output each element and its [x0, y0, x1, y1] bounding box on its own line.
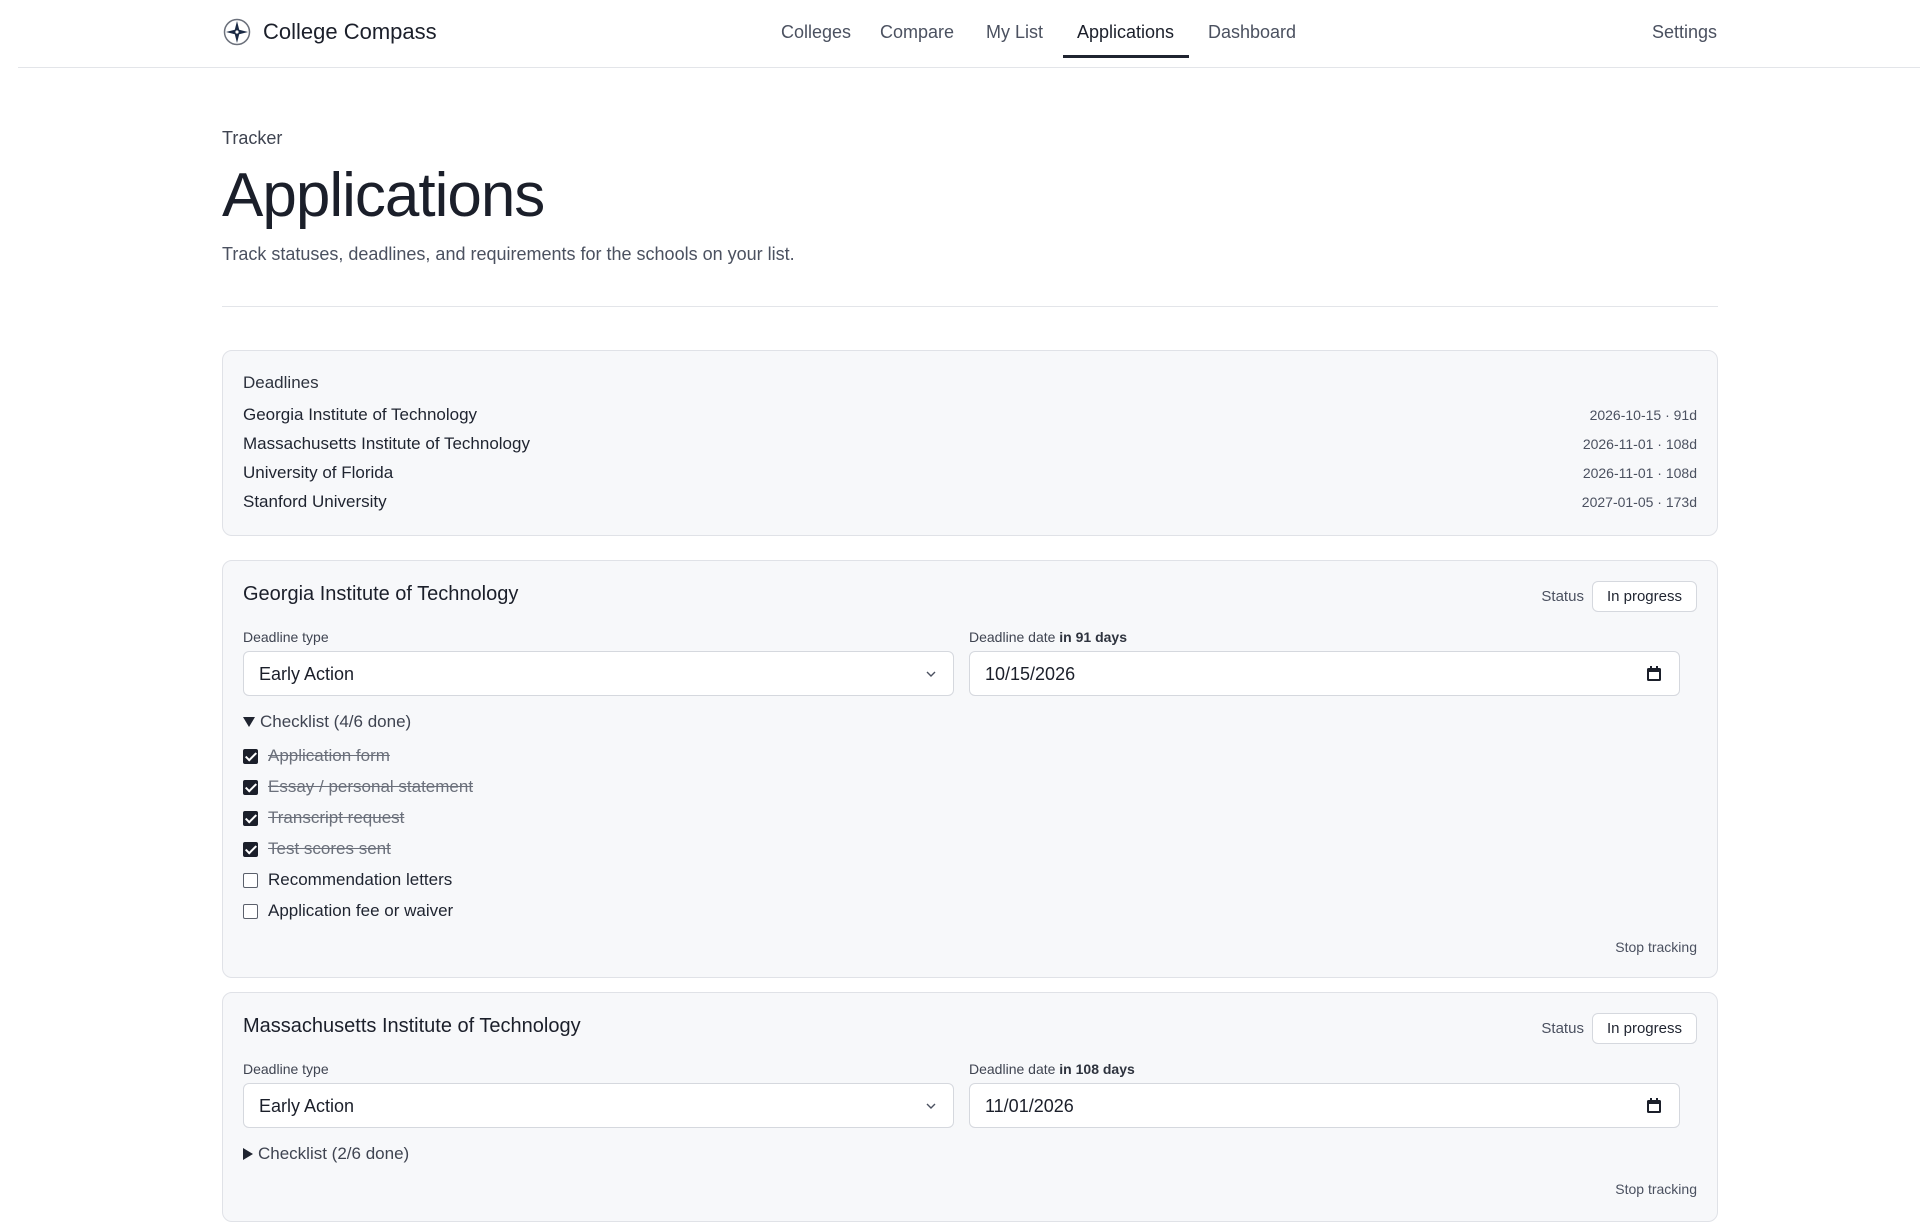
stop-tracking-button[interactable]: Stop tracking [1615, 1181, 1697, 1197]
deadlines-card: Deadlines Georgia Institute of Technolog… [222, 350, 1718, 536]
status-label: Status [1541, 588, 1584, 605]
status-group: Status In progress [1541, 581, 1697, 612]
checkbox-checked[interactable] [243, 779, 258, 795]
deadline-row: Georgia Institute of Technology 2026-10-… [243, 405, 1697, 429]
checklist-item[interactable]: Application fee or waiver [243, 900, 453, 922]
deadline-school: Massachusetts Institute of Technology [243, 434, 530, 453]
page-title: Applications [222, 161, 545, 230]
deadline-row: University of Florida 2026-11-01 · 108d [243, 463, 1697, 487]
deadline-meta: 2026-10-15 · 91d [1589, 407, 1697, 423]
deadline-date-label-text: Deadline date [969, 629, 1056, 645]
top-nav-bar: College Compass Colleges Compare My List… [18, 0, 1920, 68]
checklist-item[interactable]: Transcript request [243, 807, 404, 829]
checklist-item-label: Recommendation letters [268, 870, 453, 889]
deadline-meta: 2027-01-05 · 173d [1581, 494, 1697, 510]
checklist-summary-text: Checklist (4/6 done) [260, 712, 412, 731]
chevron-down-icon [926, 1103, 936, 1109]
checklist-summary-text: Checklist (2/6 done) [258, 1144, 410, 1163]
nav-applications[interactable]: Applications [1077, 22, 1174, 43]
page-eyebrow: Tracker [222, 128, 283, 148]
calendar-icon[interactable] [1645, 665, 1663, 683]
deadline-meta: 2026-11-01 · 108d [1582, 436, 1697, 452]
checklist-item[interactable]: Application form [243, 745, 390, 767]
checkbox-checked[interactable] [243, 841, 258, 857]
application-card: Massachusetts Institute of Technology St… [222, 992, 1718, 1222]
status-select[interactable]: In progress [1591, 1013, 1697, 1044]
deadline-type-label: Deadline type [243, 629, 329, 645]
page-subtitle: Track statuses, deadlines, and requireme… [222, 244, 795, 264]
chevron-down-icon [926, 671, 936, 677]
application-school-name: Massachusetts Institute of Technology [243, 1015, 581, 1037]
checklist-item-label: Transcript request [268, 808, 405, 827]
status-select[interactable]: In progress [1591, 581, 1697, 612]
deadline-date-label: Deadline date in 108 days [969, 1061, 1135, 1077]
checkbox-checked[interactable] [243, 810, 258, 826]
deadline-date-label-text: Deadline date [969, 1061, 1056, 1077]
status-label: Status [1541, 1020, 1584, 1037]
deadline-type-label: Deadline type [243, 1061, 329, 1077]
nav-active-indicator [1063, 55, 1189, 58]
deadline-meta: 2026-11-01 · 108d [1582, 465, 1697, 481]
deadlines-title: Deadlines [243, 373, 319, 392]
nav-compare[interactable]: Compare [880, 22, 954, 43]
checkbox-checked[interactable] [243, 748, 258, 764]
deadline-date-value: 10/15/2026 [985, 664, 1076, 684]
calendar-icon[interactable] [1645, 1097, 1663, 1115]
nav-settings[interactable]: Settings [1652, 22, 1717, 43]
checkbox-unchecked[interactable] [243, 872, 258, 888]
deadline-date-input[interactable]: 11/01/2026 [969, 1083, 1680, 1128]
deadline-school: University of Florida [243, 463, 394, 482]
checklist-toggle[interactable]: Checklist (2/6 done) [243, 1144, 409, 1164]
deadline-countdown: in 91 days [1059, 629, 1127, 645]
stop-tracking-button[interactable]: Stop tracking [1615, 939, 1697, 955]
deadline-type-select[interactable]: Early Action [243, 1083, 954, 1128]
deadline-row: Stanford University 2027-01-05 · 173d [243, 492, 1697, 516]
checklist-toggle[interactable]: Checklist (4/6 done) [243, 712, 411, 732]
deadline-type-value: Early Action [259, 1096, 355, 1116]
deadline-date-value: 11/01/2026 [985, 1096, 1074, 1116]
deadline-date-input[interactable]: 10/15/2026 [969, 651, 1680, 696]
checklist-item[interactable]: Test scores sent [243, 838, 391, 860]
application-school-name: Georgia Institute of Technology [243, 583, 519, 605]
application-card: Georgia Institute of Technology Status I… [222, 560, 1718, 978]
deadline-school: Stanford University [243, 492, 387, 511]
deadline-countdown: in 108 days [1059, 1061, 1135, 1077]
deadline-school: Georgia Institute of Technology [243, 405, 478, 424]
checklist-item-label: Application form [268, 746, 390, 765]
checkbox-unchecked[interactable] [243, 903, 258, 919]
checklist-item[interactable]: Essay / personal statement [243, 776, 473, 798]
checklist-item-label: Essay / personal statement [268, 777, 474, 796]
deadline-row: Massachusetts Institute of Technology 20… [243, 434, 1697, 458]
checklist-item-label: Application fee or waiver [268, 901, 454, 920]
deadline-date-label: Deadline date in 91 days [969, 629, 1127, 645]
triangle-down-icon [243, 717, 255, 727]
header-divider [222, 306, 1718, 307]
status-group: Status In progress [1541, 1013, 1697, 1044]
deadline-type-value: Early Action [259, 664, 355, 684]
deadline-type-select[interactable]: Early Action [243, 651, 954, 696]
triangle-right-icon [243, 1148, 253, 1160]
checklist-item-label: Test scores sent [268, 839, 391, 858]
checklist-item[interactable]: Recommendation letters [243, 869, 452, 891]
nav-colleges[interactable]: Colleges [781, 22, 851, 43]
main-nav: Colleges Compare My List Applications Da… [18, 0, 1920, 68]
nav-dashboard[interactable]: Dashboard [1208, 22, 1296, 43]
nav-my-list[interactable]: My List [986, 22, 1043, 43]
